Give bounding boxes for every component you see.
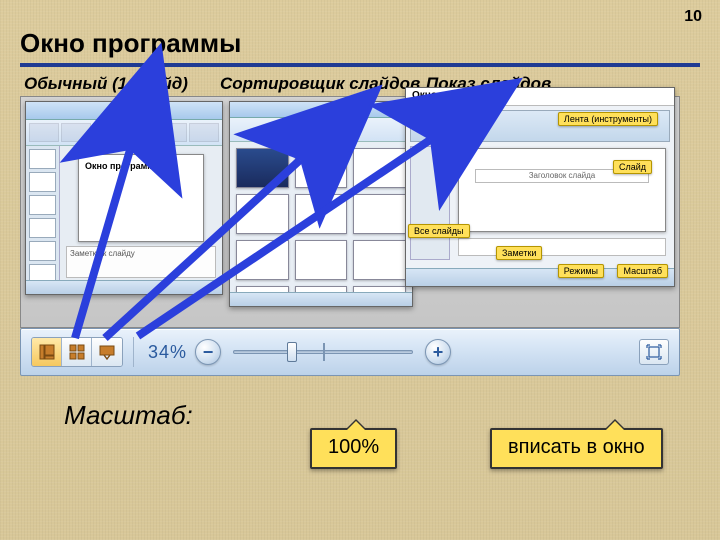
page-number: 10 [684, 8, 702, 26]
normal-view-icon [39, 344, 55, 360]
label-normal-view: Обычный (1 слайд) [24, 74, 214, 94]
zoom-slider-thumb[interactable] [287, 342, 297, 362]
screenshot-slideshow: Окно программы Заголовок слайда Лента (и… [405, 87, 675, 287]
slideshow-view-icon [99, 344, 115, 360]
shot1-notes: Заметки к слайду [66, 246, 216, 278]
callout-zoom-100: 100% [310, 428, 397, 469]
minus-icon: − [203, 342, 214, 363]
zoom-slider[interactable] [233, 339, 413, 365]
callout-ribbon: Лента (инструменты) [558, 112, 658, 126]
view-sorter-button[interactable] [62, 338, 92, 366]
callout-notes: Заметки [496, 246, 542, 260]
view-slideshow-button[interactable] [92, 338, 122, 366]
callout-zoom: Масштаб [617, 264, 668, 278]
fit-window-icon [646, 344, 662, 360]
sorter-view-icon [69, 344, 85, 360]
callout-slide: Слайд [613, 160, 652, 174]
label-sorter-view: Сортировщик слайдов [220, 74, 420, 94]
callout-fit-window: вписать в окно [490, 428, 663, 469]
shot3-header: Окно программы [406, 88, 674, 106]
screenshot-normal-view: Окно программы Заметки к слайду [25, 101, 223, 295]
callout-all-slides: Все слайды [408, 224, 470, 238]
zoom-in-button[interactable]: + [425, 339, 451, 365]
screenshots-area: Окно программы Заметки к слайду Окно про… [20, 96, 680, 328]
callout-modes: Режимы [558, 264, 604, 278]
plus-icon: + [433, 342, 444, 363]
page-title: Окно программы [20, 28, 700, 67]
view-normal-button[interactable] [32, 338, 62, 366]
screenshot-slide-sorter [229, 101, 413, 307]
zoom-percentage[interactable]: 34% [144, 342, 191, 363]
shot1-slide-title: Окно программы [78, 154, 204, 242]
view-buttons-group [31, 337, 123, 367]
fit-to-window-button[interactable] [639, 339, 669, 365]
scale-label: Масштаб: [64, 400, 193, 431]
zoom-out-button[interactable]: − [195, 339, 221, 365]
status-bar: 34% − + [20, 328, 680, 376]
